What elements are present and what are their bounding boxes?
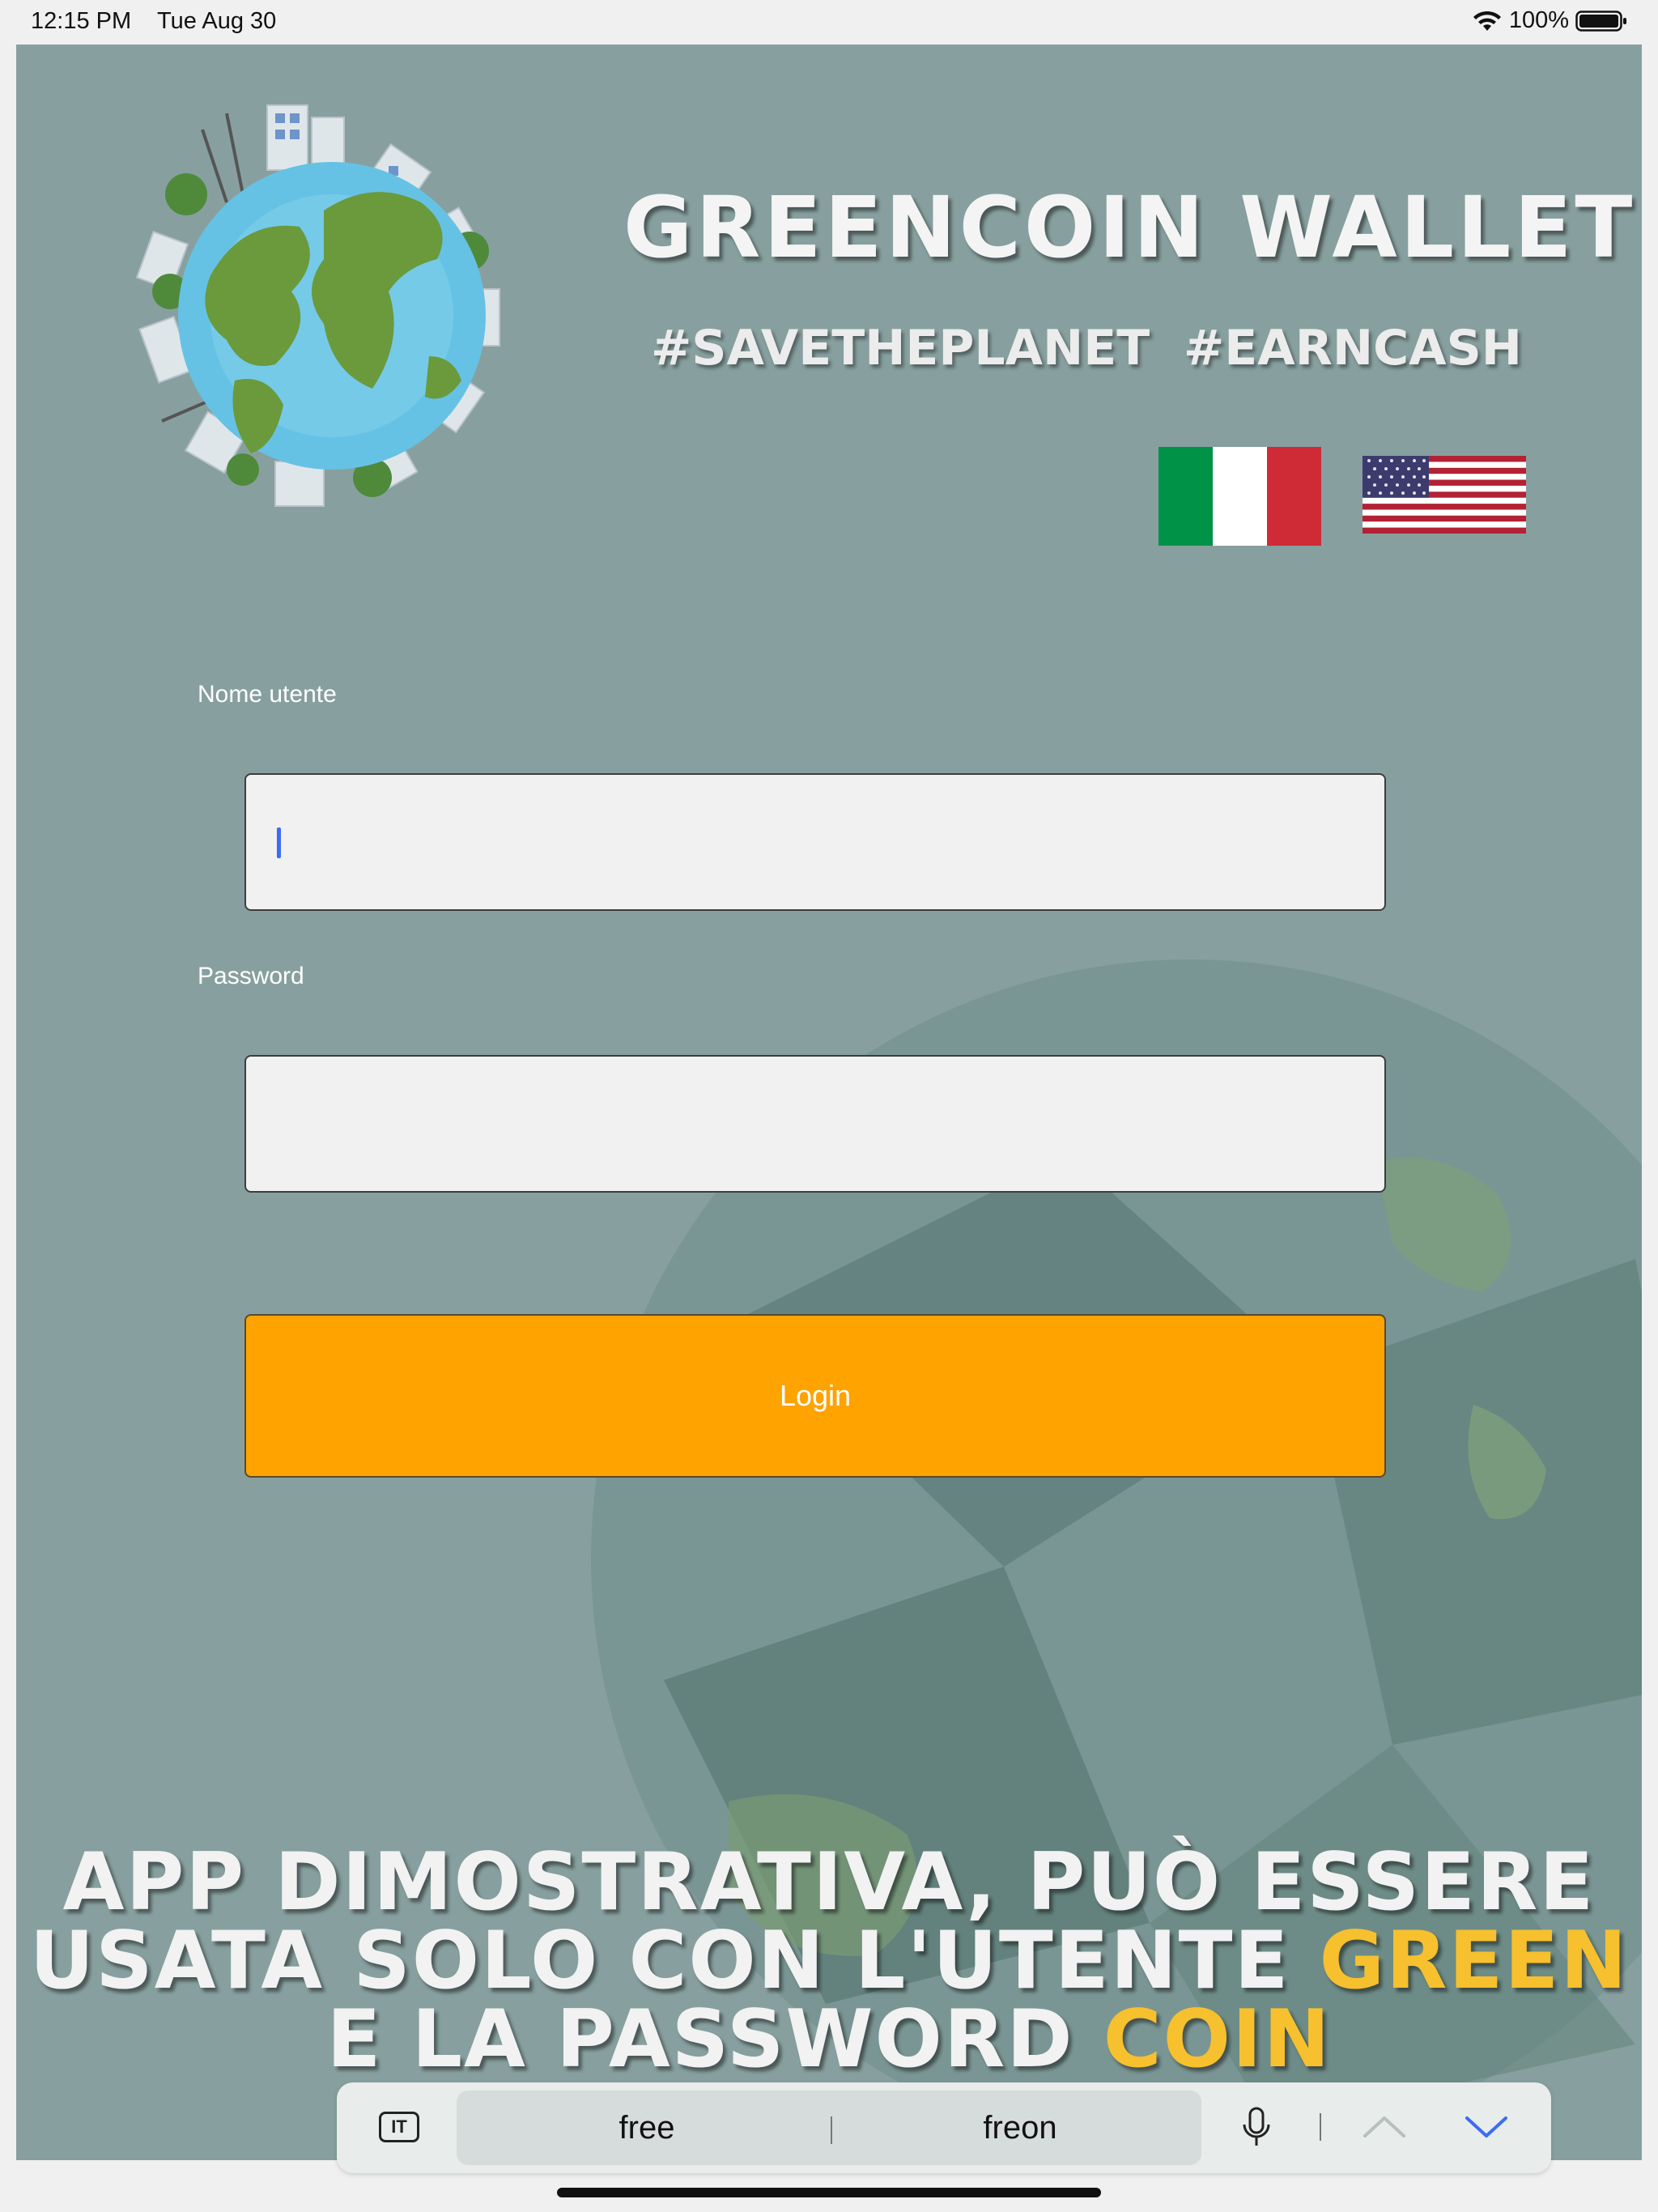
home-indicator[interactable] [557, 2188, 1101, 2197]
flag-stripe-green [1158, 447, 1213, 546]
demo-notice-line-3: E LA PASSWORD COIN [16, 2000, 1642, 2079]
predictive-suggestions: free freon [457, 2091, 1201, 2165]
italian-flag-icon[interactable] [1158, 447, 1321, 546]
status-indicators: 100% [1472, 7, 1627, 34]
login-button[interactable]: Login [244, 1314, 1386, 1478]
username-label: Nome utente [198, 681, 337, 708]
hashtag-save-the-planet: #SAVETHEPLANET [651, 320, 1150, 376]
flag-stripe-white [1213, 447, 1267, 546]
flag-stripe-red [1267, 447, 1321, 546]
demo-username-highlight: GREEN [1319, 1915, 1629, 2007]
keyboard-toolbar: IT free freon [337, 2082, 1551, 2173]
status-date: Tue Aug 30 [157, 8, 277, 34]
chevron-down-icon[interactable] [1462, 2110, 1511, 2144]
status-time: 12:15 PM [31, 8, 132, 34]
suggestion-item[interactable]: freon [842, 2091, 1198, 2165]
battery-percent: 100% [1508, 7, 1569, 33]
text-cursor [277, 827, 281, 858]
suggestion-item[interactable]: free [469, 2091, 825, 2165]
status-bar: 12:15 PM Tue Aug 30 100% [0, 0, 1658, 44]
app-view: GREENCOIN WALLET #SAVETHEPLANET #EARNCAS… [16, 45, 1642, 2160]
wifi-icon [1473, 11, 1501, 31]
demo-notice-line-3-text: E LA PASSWORD [326, 1993, 1103, 2086]
demo-notice: APP DIMOSTRATIVA, PUÒ ESSERE USATA SOLO … [16, 1836, 1642, 2079]
app-title: GREENCOIN WALLET [623, 178, 1636, 277]
chevron-up-icon[interactable] [1360, 2110, 1409, 2144]
demo-password-highlight: COIN [1103, 1993, 1332, 2086]
toolbar-divider [1320, 2113, 1321, 2141]
earth-city-globe-icon [135, 104, 500, 507]
demo-notice-line-2: USATA SOLO CON L'UTENTE GREEN [16, 1921, 1642, 2001]
hashtag-earn-cash: #EARNCASH [1184, 320, 1523, 376]
password-input[interactable] [244, 1055, 1386, 1193]
microphone-icon[interactable] [1240, 2107, 1273, 2149]
battery-icon [1575, 10, 1626, 32]
username-input[interactable] [244, 773, 1386, 911]
suggestion-divider [831, 2116, 832, 2144]
password-label: Password [198, 963, 304, 989]
keyboard-language-button[interactable]: IT [379, 2112, 419, 2142]
us-flag-icon[interactable] [1363, 456, 1526, 534]
demo-notice-line-1: APP DIMOSTRATIVA, PUÒ ESSERE [62, 1836, 1596, 1929]
